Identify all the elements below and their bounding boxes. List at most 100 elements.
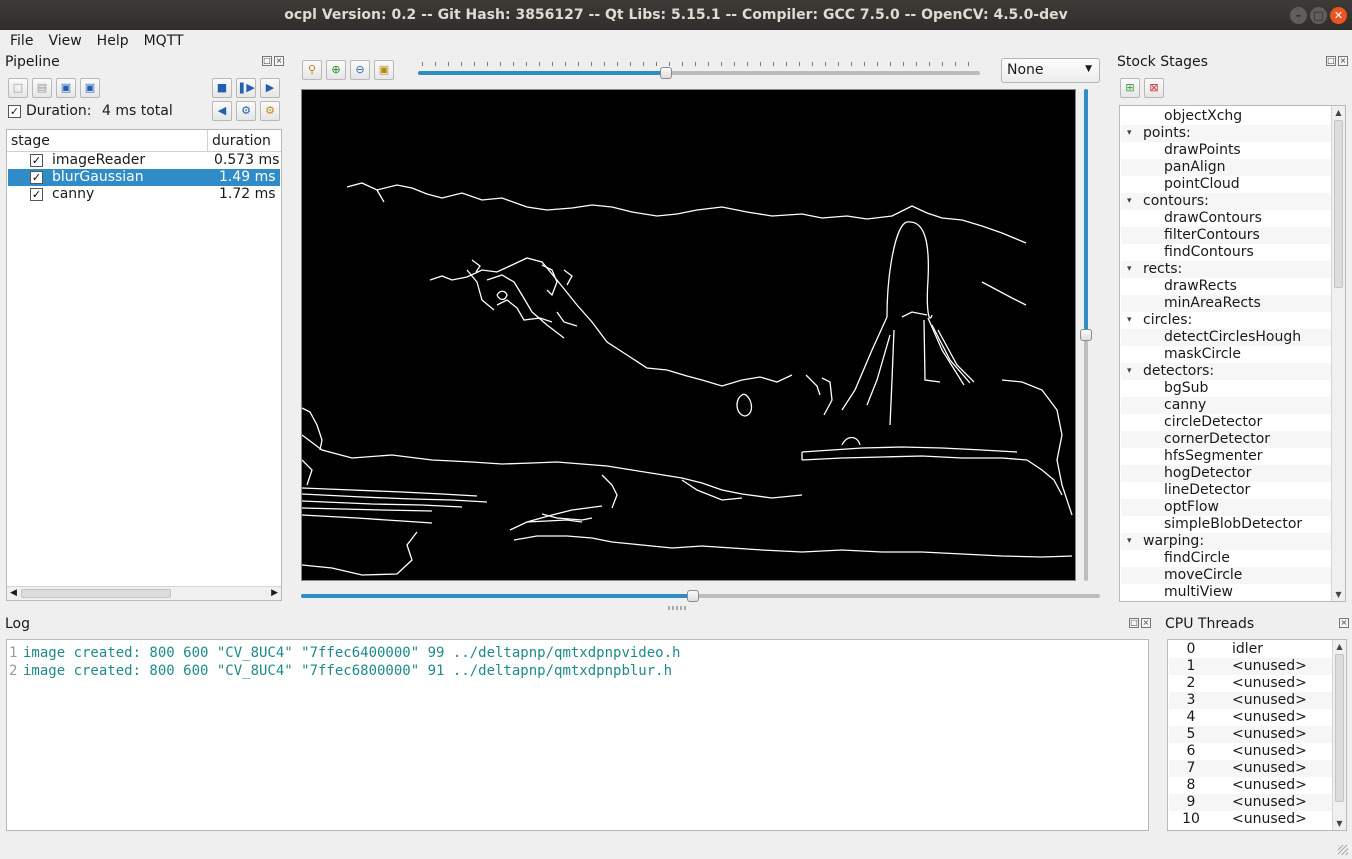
float-icon[interactable]: □ [262, 56, 272, 66]
zoom-slider-handle[interactable] [660, 67, 672, 79]
stage-item[interactable]: optFlow [1121, 499, 1331, 516]
stage-group[interactable]: ▾ warping: [1121, 533, 1331, 550]
scroll-up-icon[interactable]: ▲ [1332, 108, 1345, 117]
table-row[interactable]: ✓ imageReader 0.573 ms [8, 152, 280, 169]
stage-item[interactable]: drawContours [1121, 210, 1331, 227]
stage-item[interactable]: cornerDetector [1121, 431, 1331, 448]
stage-item[interactable]: pointCloud [1121, 176, 1331, 193]
stage-item[interactable]: drawPoints [1121, 142, 1331, 159]
cpu-thread-row[interactable]: 6 <unused> [1169, 743, 1332, 760]
pipeline-horizontal-scrollbar[interactable]: ◀ ▶ [7, 586, 281, 600]
expand-arrow-icon[interactable]: ▾ [1127, 261, 1132, 278]
stage-item[interactable]: bgSub [1121, 380, 1331, 397]
scroll-right-icon[interactable]: ▶ [271, 588, 278, 598]
stage-item[interactable]: lineDetector [1121, 482, 1331, 499]
cpu-thread-row[interactable]: 2 <unused> [1169, 675, 1332, 692]
minimize-icon[interactable]: – [1290, 7, 1307, 24]
cpu-thread-row[interactable]: 9 <unused> [1169, 794, 1332, 811]
close-dock-icon[interactable]: × [1338, 56, 1348, 66]
settings-button[interactable]: ⚙ [236, 101, 256, 121]
table-row[interactable]: ✓ canny 1.72 ms [8, 186, 280, 203]
stage-group[interactable]: ▾ rects: [1121, 261, 1331, 278]
column-header-stage[interactable]: stage [7, 130, 208, 152]
stage-item[interactable]: canny [1121, 397, 1331, 414]
menu-file[interactable]: File [5, 30, 38, 52]
close-dock-icon[interactable]: × [274, 56, 284, 66]
stop-button[interactable]: ■ [212, 78, 232, 98]
menu-help[interactable]: Help [92, 30, 134, 52]
float-icon[interactable]: □ [1129, 618, 1139, 628]
save-button[interactable]: ▣ [56, 78, 76, 98]
display-select[interactable]: None ▼ [1001, 58, 1100, 83]
play-button[interactable]: ▶ [260, 78, 280, 98]
cpu-thread-row[interactable]: 1 <unused> [1169, 658, 1332, 675]
menu-mqtt[interactable]: MQTT [139, 30, 189, 52]
stage-item[interactable]: minAreaRects [1121, 295, 1331, 312]
stage-group[interactable]: ▾ detectors: [1121, 363, 1331, 380]
menu-view[interactable]: View [43, 30, 86, 52]
scroll-left-icon[interactable]: ◀ [10, 588, 17, 598]
stage-item[interactable]: circleDetector [1121, 414, 1331, 431]
cpu-thread-row[interactable]: 5 <unused> [1169, 726, 1332, 743]
splitter-handle[interactable] [668, 606, 686, 610]
save-as-button[interactable]: ▣ [80, 78, 100, 98]
cpu-thread-row[interactable]: 10 <unused> [1169, 811, 1332, 828]
image-viewport[interactable] [301, 89, 1076, 581]
stage-item[interactable]: hogDetector [1121, 465, 1331, 482]
zoom-reset-button[interactable]: ▣ [374, 60, 394, 80]
cpu-thread-row[interactable]: 0 idler [1169, 641, 1332, 658]
stage-item[interactable]: maskCircle [1121, 346, 1331, 363]
cpu-thread-row[interactable]: 3 <unused> [1169, 692, 1332, 709]
expand-arrow-icon[interactable]: ▾ [1127, 363, 1132, 380]
stage-item[interactable]: filterContours [1121, 227, 1331, 244]
scroll-down-icon[interactable]: ▼ [1333, 819, 1346, 828]
table-row[interactable]: ✓ blurGaussian 1.49 ms [8, 169, 280, 186]
stage-item[interactable]: multiView [1121, 584, 1331, 601]
duration-checkbox[interactable]: ✓ [8, 105, 21, 118]
scroll-down-icon[interactable]: ▼ [1332, 590, 1345, 599]
expand-arrow-icon[interactable]: ▾ [1127, 193, 1132, 210]
expand-arrow-icon[interactable]: ▾ [1127, 533, 1132, 550]
stage-item[interactable]: objectXchg [1121, 108, 1331, 125]
open-pipeline-button[interactable]: ▤ [32, 78, 52, 98]
zoom-slider[interactable] [418, 60, 980, 80]
stage-item[interactable]: drawRects [1121, 278, 1331, 295]
scroll-thumb[interactable] [1334, 120, 1343, 288]
stage-item[interactable]: detectCirclesHough [1121, 329, 1331, 346]
log-view[interactable]: 1 image created: 800 600 "CV_8UC4" "7ffec… [6, 639, 1149, 831]
scroll-thumb[interactable] [1335, 654, 1344, 802]
step-button[interactable]: ❚▶ [236, 78, 256, 98]
stage-group[interactable]: ▾ contours: [1121, 193, 1331, 210]
stock-stages-scrollbar[interactable]: ▲ ▼ [1331, 106, 1345, 601]
cpu-thread-row[interactable]: 7 <unused> [1169, 760, 1332, 777]
float-icon[interactable]: □ [1326, 56, 1336, 66]
cpu-threads-scrollbar[interactable]: ▲ ▼ [1332, 640, 1346, 830]
stage-checkbox[interactable]: ✓ [30, 171, 43, 184]
maximize-icon[interactable]: □ [1310, 7, 1327, 24]
add-stage-button[interactable]: ⊞ [1120, 78, 1140, 98]
stage-item[interactable]: panAlign [1121, 159, 1331, 176]
stage-checkbox[interactable]: ✓ [30, 154, 43, 167]
zoom-fit-button[interactable]: ⚲ [302, 60, 322, 80]
resize-grip[interactable] [1338, 845, 1348, 855]
vertical-scroll-slider[interactable] [1080, 89, 1092, 581]
stage-group[interactable]: ▾ circles: [1121, 312, 1331, 329]
stage-item[interactable]: moveCircle [1121, 567, 1331, 584]
stage-group[interactable]: ▾ points: [1121, 125, 1331, 142]
column-header-duration[interactable]: duration [208, 130, 281, 152]
close-dock-icon[interactable]: × [1141, 618, 1151, 628]
zoom-out-button[interactable]: ⊖ [350, 60, 370, 80]
rewind-button[interactable]: ◀ [212, 101, 232, 121]
zoom-in-button[interactable]: ⊕ [326, 60, 346, 80]
close-icon[interactable]: ✕ [1330, 7, 1347, 24]
stage-item[interactable]: hfsSegmenter [1121, 448, 1331, 465]
horizontal-scroll-slider[interactable] [301, 590, 1100, 602]
vertical-slider-handle[interactable] [1080, 329, 1092, 341]
stage-item[interactable]: simpleBlobDetector [1121, 516, 1331, 533]
close-dock-icon[interactable]: × [1339, 618, 1349, 628]
cpu-thread-row[interactable]: 4 <unused> [1169, 709, 1332, 726]
stage-item[interactable]: findContours [1121, 244, 1331, 261]
horizontal-slider-handle[interactable] [686, 590, 699, 602]
remove-stage-button[interactable]: ⊠ [1144, 78, 1164, 98]
expand-arrow-icon[interactable]: ▾ [1127, 312, 1132, 329]
